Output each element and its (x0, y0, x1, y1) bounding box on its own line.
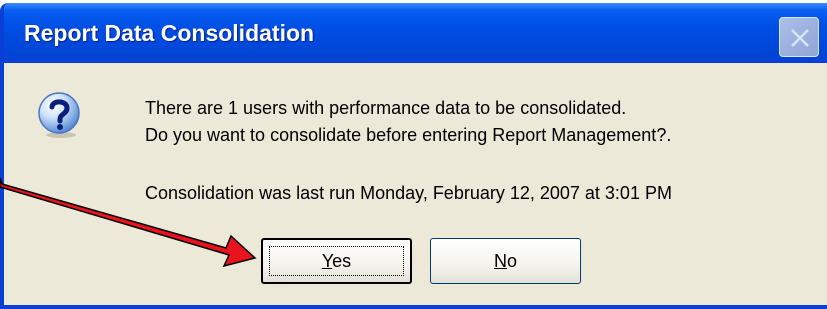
close-icon (791, 29, 809, 47)
no-label-rest: o (506, 251, 517, 271)
dialog-body: There are 1 users with performance data … (4, 63, 827, 305)
message-line-2: Do you want to consolidate before enteri… (145, 125, 672, 145)
message-line-1: There are 1 users with performance data … (145, 98, 627, 118)
focus-rectangle (269, 246, 404, 276)
yes-button[interactable]: Yes (261, 238, 412, 284)
close-button[interactable] (779, 17, 819, 57)
title-bar[interactable]: Report Data Consolidation (4, 3, 827, 63)
dialog-title: Report Data Consolidation (24, 20, 315, 46)
no-accelerator: N (493, 251, 507, 271)
dialog-window: Report Data Consolidation There are 1 us… (0, 3, 827, 309)
question-icon (38, 92, 80, 138)
no-button[interactable]: No (430, 238, 581, 284)
last-run-text: Consolidation was last run Monday, Febru… (145, 183, 672, 203)
